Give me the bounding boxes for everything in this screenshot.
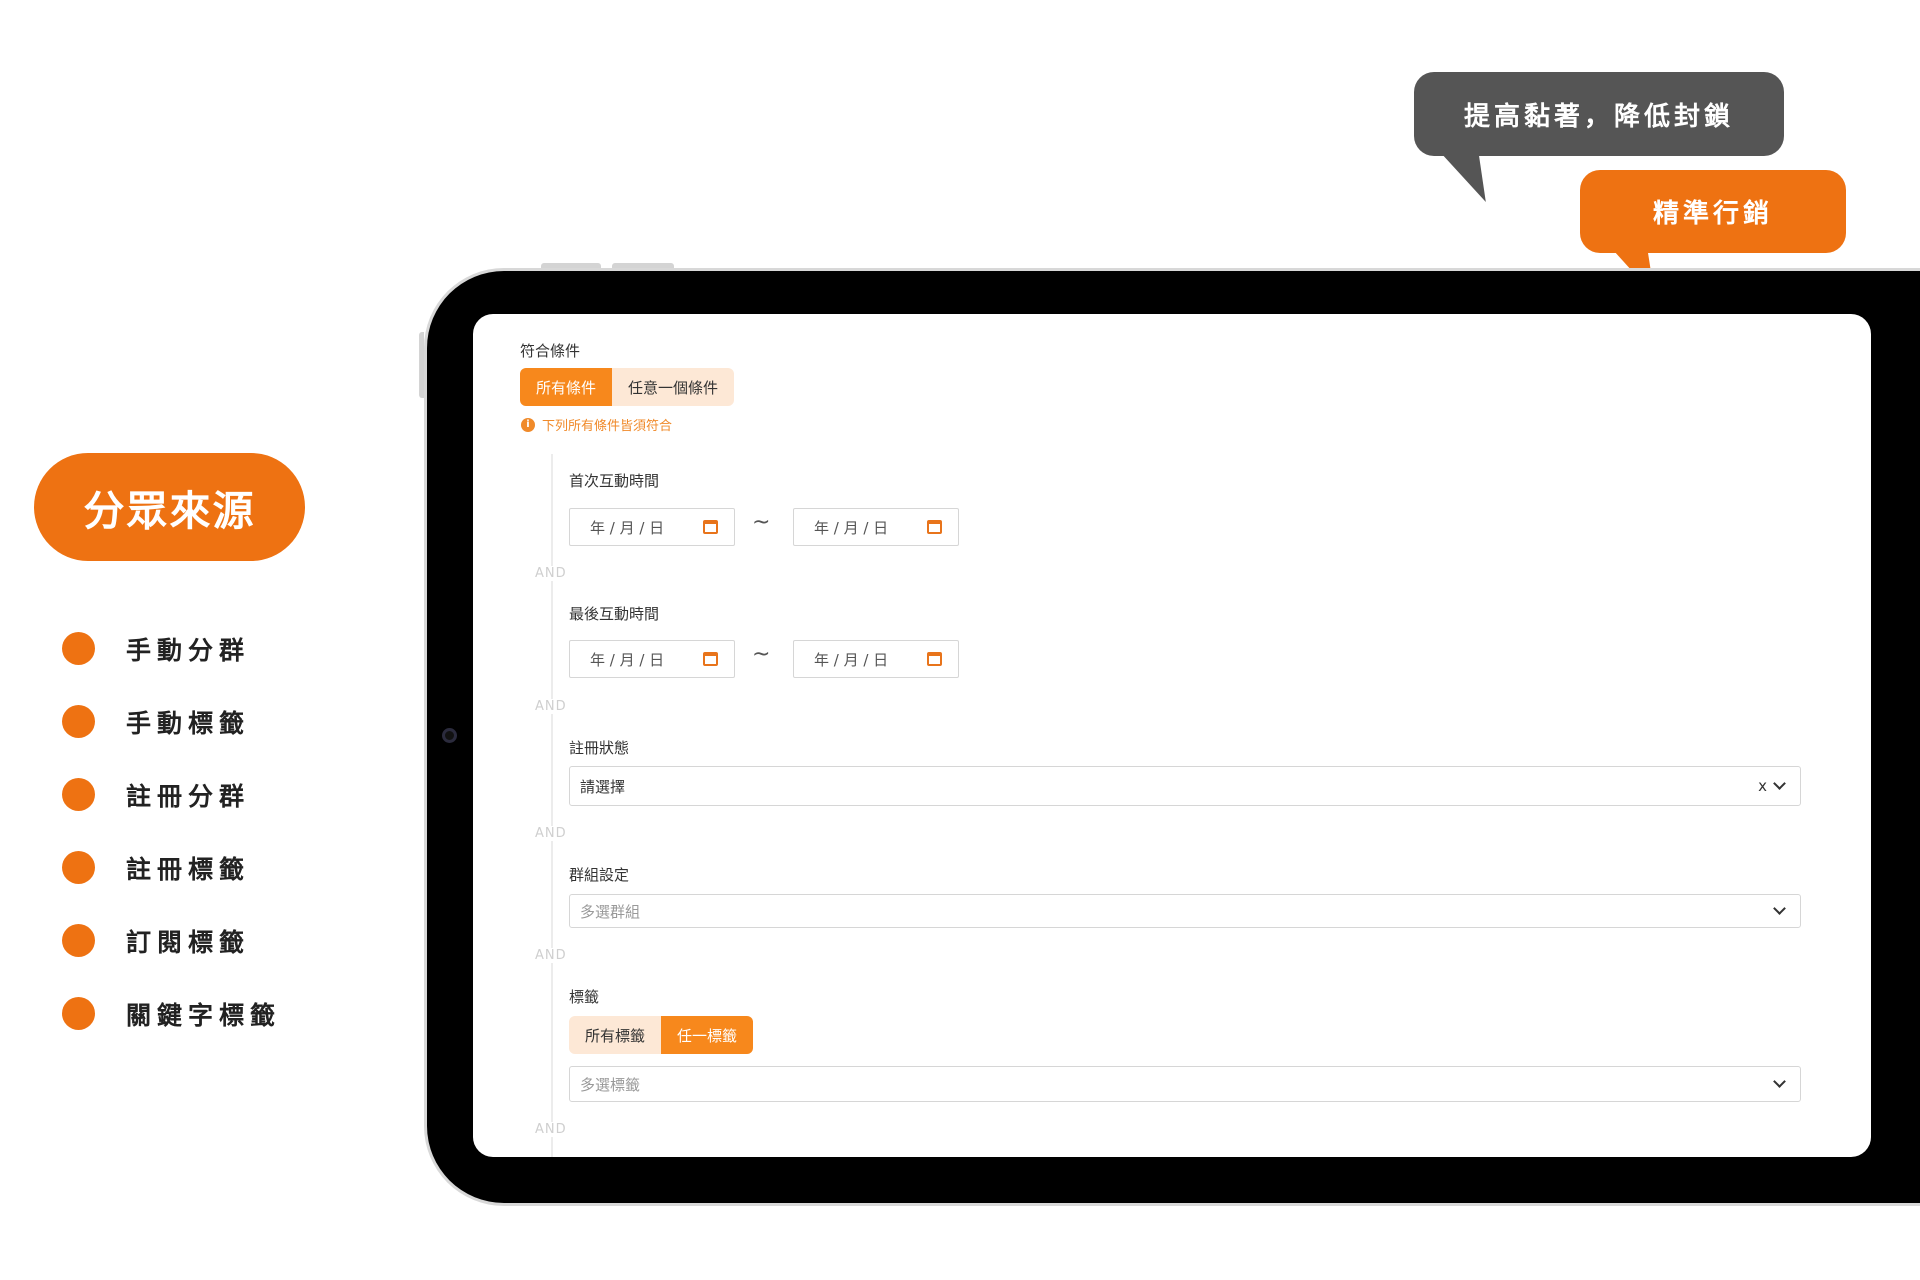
- source-item-label: 訂閱標籤: [126, 927, 251, 957]
- last-interaction-label: 最後互動時間: [569, 605, 660, 623]
- and-connector: AND: [535, 699, 567, 714]
- bubble-tail-gray: [1438, 150, 1506, 202]
- source-item-label: 關鍵字標籤: [126, 1000, 282, 1030]
- list-item: 關鍵字標籤: [62, 977, 281, 1050]
- group-settings-label: 群組設定: [569, 866, 630, 884]
- chevron-down-icon[interactable]: [1773, 1075, 1786, 1088]
- camera-icon: [442, 728, 457, 743]
- list-item: 註冊分群: [62, 758, 281, 831]
- list-item: 註冊標籤: [62, 831, 281, 904]
- register-status-select[interactable]: 請選擇 x: [569, 766, 1801, 806]
- register-status-value: 請選擇: [580, 777, 626, 796]
- date-placeholder: 年 / 月 / 日: [814, 650, 889, 669]
- group-multi-select[interactable]: 多選群組: [569, 894, 1801, 928]
- group-placeholder: 多選群組: [580, 902, 641, 921]
- tags-label: 標籤: [569, 988, 600, 1006]
- calendar-icon[interactable]: [927, 520, 942, 534]
- last-interaction-end-date[interactable]: 年 / 月 / 日: [793, 640, 959, 678]
- calendar-icon[interactable]: [703, 520, 718, 534]
- date-placeholder: 年 / 月 / 日: [590, 518, 665, 537]
- match-condition-label: 符合條件: [520, 342, 581, 360]
- first-interaction-start-date[interactable]: 年 / 月 / 日: [569, 508, 735, 546]
- bullet-dot-icon: [62, 997, 95, 1030]
- source-item-label: 註冊標籤: [126, 854, 251, 884]
- info-icon: i: [521, 417, 535, 432]
- list-item: 手動分群: [62, 612, 281, 685]
- chevron-down-icon[interactable]: [1773, 777, 1786, 790]
- source-item-label: 手動標籤: [126, 708, 251, 738]
- date-placeholder: 年 / 月 / 日: [814, 518, 889, 537]
- register-status-label: 註冊狀態: [569, 739, 630, 757]
- tags-multi-select[interactable]: 多選標籤: [569, 1066, 1801, 1102]
- last-interaction-start-date[interactable]: 年 / 月 / 日: [569, 640, 735, 678]
- match-all-button[interactable]: 所有條件: [520, 368, 613, 406]
- and-connector: AND: [535, 1122, 567, 1137]
- source-item-label: 註冊分群: [126, 781, 251, 811]
- and-connector: AND: [535, 566, 567, 581]
- match-hint-text: 下列所有條件皆須符合: [542, 419, 673, 434]
- bullet-dot-icon: [62, 632, 95, 665]
- bullet-dot-icon: [62, 778, 95, 811]
- source-item-label: 手動分群: [126, 635, 251, 665]
- and-connector: AND: [535, 826, 567, 841]
- condition-connector-line: [551, 454, 553, 1157]
- calendar-icon[interactable]: [927, 652, 942, 666]
- tag-match-toggle: 所有標籤 任一標籤: [569, 1016, 754, 1054]
- all-tags-button[interactable]: 所有標籤: [569, 1016, 662, 1054]
- tags-placeholder: 多選標籤: [580, 1075, 641, 1094]
- date-range-separator: ~: [752, 642, 771, 667]
- list-item: 訂閱標籤: [62, 904, 281, 977]
- first-interaction-label: 首次互動時間: [569, 472, 660, 490]
- source-title: 分眾來源: [34, 453, 305, 561]
- and-connector: AND: [535, 948, 567, 963]
- bullet-dot-icon: [62, 924, 95, 957]
- first-interaction-end-date[interactable]: 年 / 月 / 日: [793, 508, 959, 546]
- date-range-separator: ~: [752, 510, 771, 535]
- speech-bubble-gray: 提高黏著，降低封鎖: [1414, 72, 1784, 156]
- bullet-dot-icon: [62, 851, 95, 884]
- any-tag-button[interactable]: 任一標籤: [661, 1016, 754, 1054]
- speech-bubble-orange: 精準行銷: [1580, 170, 1846, 253]
- match-condition-toggle: 所有條件 任意一個條件: [520, 368, 735, 406]
- source-list: 手動分群 手動標籤 註冊分群 註冊標籤 訂閱標籤 關鍵字標籤: [62, 612, 281, 1050]
- clear-icon[interactable]: x: [1758, 777, 1767, 795]
- bullet-dot-icon: [62, 705, 95, 738]
- tablet-screen: 符合條件 所有條件 任意一個條件 i 下列所有條件皆須符合 首次互動時間 年 /…: [473, 314, 1871, 1157]
- match-any-button[interactable]: 任意一個條件: [612, 368, 735, 406]
- list-item: 手動標籤: [62, 685, 281, 758]
- date-placeholder: 年 / 月 / 日: [590, 650, 665, 669]
- calendar-icon[interactable]: [703, 652, 718, 666]
- chevron-down-icon[interactable]: [1773, 902, 1786, 915]
- match-hint: i 下列所有條件皆須符合: [521, 415, 672, 434]
